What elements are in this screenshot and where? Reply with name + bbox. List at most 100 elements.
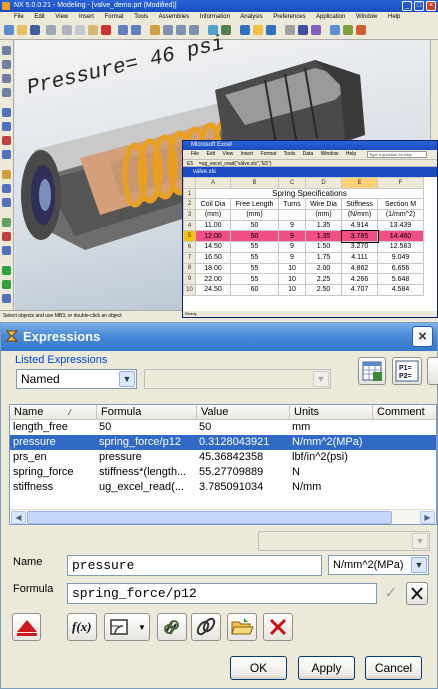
- row-header[interactable]: 6: [183, 241, 196, 253]
- sheet-cell[interactable]: 11.00: [195, 219, 231, 232]
- pan-icon[interactable]: [176, 25, 186, 35]
- sheet-cell[interactable]: 12.00: [195, 230, 231, 243]
- sheet-cell[interactable]: 14.50: [195, 241, 231, 253]
- mirror-icon[interactable]: [2, 232, 11, 241]
- sheet-header-cell[interactable]: Free Length: [230, 198, 279, 211]
- model-icon[interactable]: [298, 25, 308, 35]
- delete-icon[interactable]: [101, 25, 111, 35]
- sheet-unit-cell[interactable]: (N/mm): [341, 209, 378, 221]
- apply-button[interactable]: Apply: [298, 656, 355, 680]
- units-dropdown[interactable]: N/mm^2(MPa) ▼: [328, 555, 429, 575]
- sheet-cell[interactable]: 9: [278, 219, 306, 232]
- sheet-cell[interactable]: 55: [230, 273, 279, 285]
- sheet-unit-cell[interactable]: [278, 209, 306, 221]
- snap-icon[interactable]: [330, 25, 340, 35]
- sheet-cell[interactable]: 1.75: [305, 251, 342, 264]
- column-header-units[interactable]: Units: [290, 405, 373, 420]
- spreadsheet-button[interactable]: [358, 357, 386, 385]
- copy-icon[interactable]: [75, 25, 85, 35]
- sheet-cell[interactable]: 10: [278, 273, 306, 285]
- intersect-icon[interactable]: [2, 294, 11, 303]
- sheet-header-cell[interactable]: Stiffness: [341, 198, 378, 211]
- sheet-cell[interactable]: 1.35: [305, 219, 342, 232]
- undo-icon[interactable]: [118, 25, 128, 35]
- subtract-icon[interactable]: [2, 280, 11, 289]
- excel-formula-bar[interactable]: E5 =ug_excel_read("valve.xls","E5"): [183, 159, 437, 167]
- excel-grid[interactable]: A B C D E F 1 Spring Specifications 2 Co…: [183, 177, 424, 296]
- redo-icon[interactable]: [131, 25, 141, 35]
- sheet-unit-cell[interactable]: (mm): [195, 209, 231, 221]
- row-header[interactable]: 9: [183, 273, 196, 285]
- sheet-cell[interactable]: 55: [230, 241, 279, 253]
- row-header[interactable]: 10: [183, 283, 196, 296]
- menu-tools[interactable]: Tools: [134, 14, 148, 20]
- column-header-value[interactable]: Value: [197, 405, 290, 420]
- sheet-cell[interactable]: 4.707: [341, 283, 378, 296]
- accept-check-icon[interactable]: ✓: [381, 583, 401, 604]
- menu-help[interactable]: Help: [388, 14, 400, 20]
- sheet-cell[interactable]: 9: [278, 230, 306, 243]
- menu-information[interactable]: Information: [200, 14, 230, 20]
- new-icon[interactable]: [4, 25, 14, 35]
- reject-button[interactable]: [406, 582, 428, 605]
- interpart-button[interactable]: [191, 613, 221, 641]
- sheet-cell[interactable]: 4.111: [341, 251, 378, 264]
- excel-menu-insert[interactable]: Insert: [241, 151, 254, 157]
- menu-format[interactable]: Format: [105, 14, 124, 20]
- row-header[interactable]: 8: [183, 262, 196, 275]
- more-tools-button[interactable]: [427, 357, 438, 385]
- column-header-formula[interactable]: Formula: [97, 405, 197, 420]
- sheet-cell[interactable]: 9: [278, 241, 306, 253]
- column-header-comment[interactable]: Comment: [373, 405, 436, 420]
- row-header[interactable]: 1: [183, 187, 196, 200]
- scroll-right-icon[interactable]: ▶: [420, 511, 435, 524]
- scroll-left-icon[interactable]: ◀: [11, 511, 26, 524]
- dialog-close-button[interactable]: ×: [412, 326, 433, 347]
- excel-menu-format[interactable]: Format: [261, 151, 277, 157]
- row-header[interactable]: 4: [183, 219, 196, 232]
- sheet-cell[interactable]: 2.25: [305, 273, 342, 285]
- sheet-cell[interactable]: 50: [230, 219, 279, 232]
- excel-menu-tools[interactable]: Tools: [284, 151, 296, 157]
- sheet-cell[interactable]: 2.00: [305, 262, 342, 275]
- chamfer-icon[interactable]: [2, 184, 11, 193]
- sheet-header-cell[interactable]: Turns: [278, 198, 306, 211]
- sheet-cell[interactable]: 12.583: [377, 241, 424, 253]
- col-header[interactable]: F: [377, 177, 424, 189]
- render-icon[interactable]: [285, 25, 295, 35]
- col-header[interactable]: C: [278, 177, 306, 189]
- boss-icon[interactable]: [2, 150, 11, 159]
- minimize-icon[interactable]: _: [402, 1, 412, 11]
- list-item[interactable]: spring_force stiffness*(length... 55.277…: [10, 465, 436, 480]
- menu-view[interactable]: View: [55, 14, 68, 20]
- sheet-cell[interactable]: 9.049: [377, 251, 424, 264]
- fit-icon[interactable]: [150, 25, 160, 35]
- print-icon[interactable]: [46, 25, 56, 35]
- rotate-icon[interactable]: [189, 25, 199, 35]
- menu-analysis[interactable]: Analysis: [240, 14, 262, 20]
- layer-icon[interactable]: [253, 25, 263, 35]
- row-header[interactable]: 7: [183, 251, 196, 264]
- sheet-cell[interactable]: 14.460: [377, 230, 424, 243]
- ok-button[interactable]: OK: [230, 656, 287, 680]
- orient-icon[interactable]: [266, 25, 276, 35]
- scroll-thumb[interactable]: [27, 511, 392, 524]
- sheet-cell[interactable]: 16.50: [195, 251, 231, 264]
- open-icon[interactable]: [17, 25, 27, 35]
- sketch-icon[interactable]: [2, 46, 11, 55]
- sheet-cell[interactable]: 18.00: [195, 262, 231, 275]
- function-button[interactable]: f(x): [67, 613, 97, 641]
- sheet-cell[interactable]: 4.584: [377, 283, 424, 296]
- sheet-header-cell[interactable]: Section M: [377, 198, 424, 211]
- revolve-icon[interactable]: [2, 122, 11, 131]
- sheet-unit-cell[interactable]: (1/mm^2): [377, 209, 424, 221]
- text-icon[interactable]: [2, 88, 11, 97]
- excel-menu-window[interactable]: Window: [321, 151, 339, 157]
- row-header[interactable]: 2: [183, 198, 196, 211]
- excel-help-box[interactable]: Type a question for help: [367, 151, 427, 158]
- excel-menu-data[interactable]: Data: [303, 151, 314, 157]
- row-header[interactable]: 3: [183, 209, 196, 221]
- sheet-cell[interactable]: 10: [278, 283, 306, 296]
- filter-icon[interactable]: [343, 25, 353, 35]
- sheet-cell[interactable]: 24.50: [195, 283, 231, 296]
